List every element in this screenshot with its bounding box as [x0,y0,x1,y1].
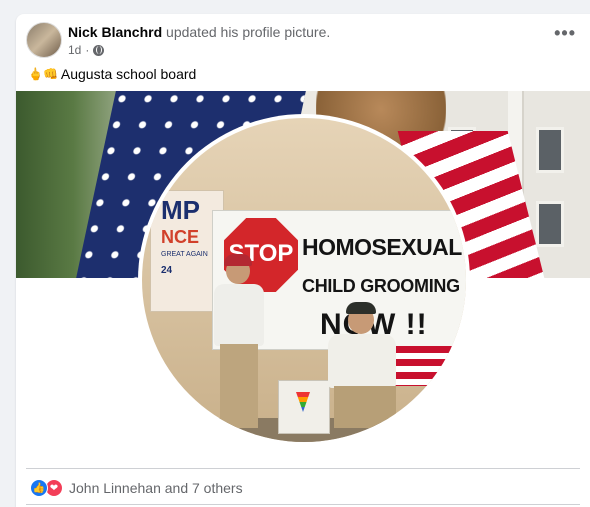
post-meta: 1d · [68,43,105,57]
post-caption: Augusta school board [60,66,197,82]
banner-line-1: HOMOSEXUAL [302,234,462,260]
post-card: Nick Blanchrd updated his profile pictur… [16,14,590,507]
reactions-divider [26,468,580,469]
standing-person [210,254,266,428]
person-pants [334,386,396,428]
meta-separator: · [85,43,90,57]
kneeling-person [320,302,406,436]
like-reaction-icon[interactable]: 👍 [30,479,48,497]
actions-divider [26,504,580,505]
person-cap [346,302,376,314]
post-text: 🖕👊 Augusta school board [28,66,196,82]
cover-window [536,127,564,173]
author-avatar[interactable] [26,22,62,58]
person-cap [224,254,252,266]
post-action: updated his profile picture. [166,24,331,40]
profile-photo[interactable]: MP NCE GREAT AGAIN 24 STOP HOMOSEXUAL CH… [142,118,466,442]
reactions-summary[interactable]: John Linnehan and 7 others [69,480,243,496]
cover-window [536,201,564,247]
globe-icon [93,44,105,56]
post-header: Nick Blanchrd updated his profile pictur… [68,24,330,40]
person-pants [220,344,258,428]
poster-text-great: GREAT AGAIN [161,251,208,258]
poster-text-nce: NCE [161,227,200,247]
person-shirt [214,284,264,346]
reactions-bar: 👍 ❤ John Linnehan and 7 others [30,479,243,497]
post-emojis: 🖕👊 [28,67,58,81]
person-shirt [328,334,396,388]
post-time[interactable]: 1d [68,43,81,57]
banner-line-2: CHILD GROOMING [302,276,460,296]
poster-text-mp: MP [161,195,200,225]
poster-text-24: 24 [161,265,173,276]
more-options-button[interactable]: ••• [554,24,576,42]
author-name[interactable]: Nick Blanchrd [68,24,162,40]
